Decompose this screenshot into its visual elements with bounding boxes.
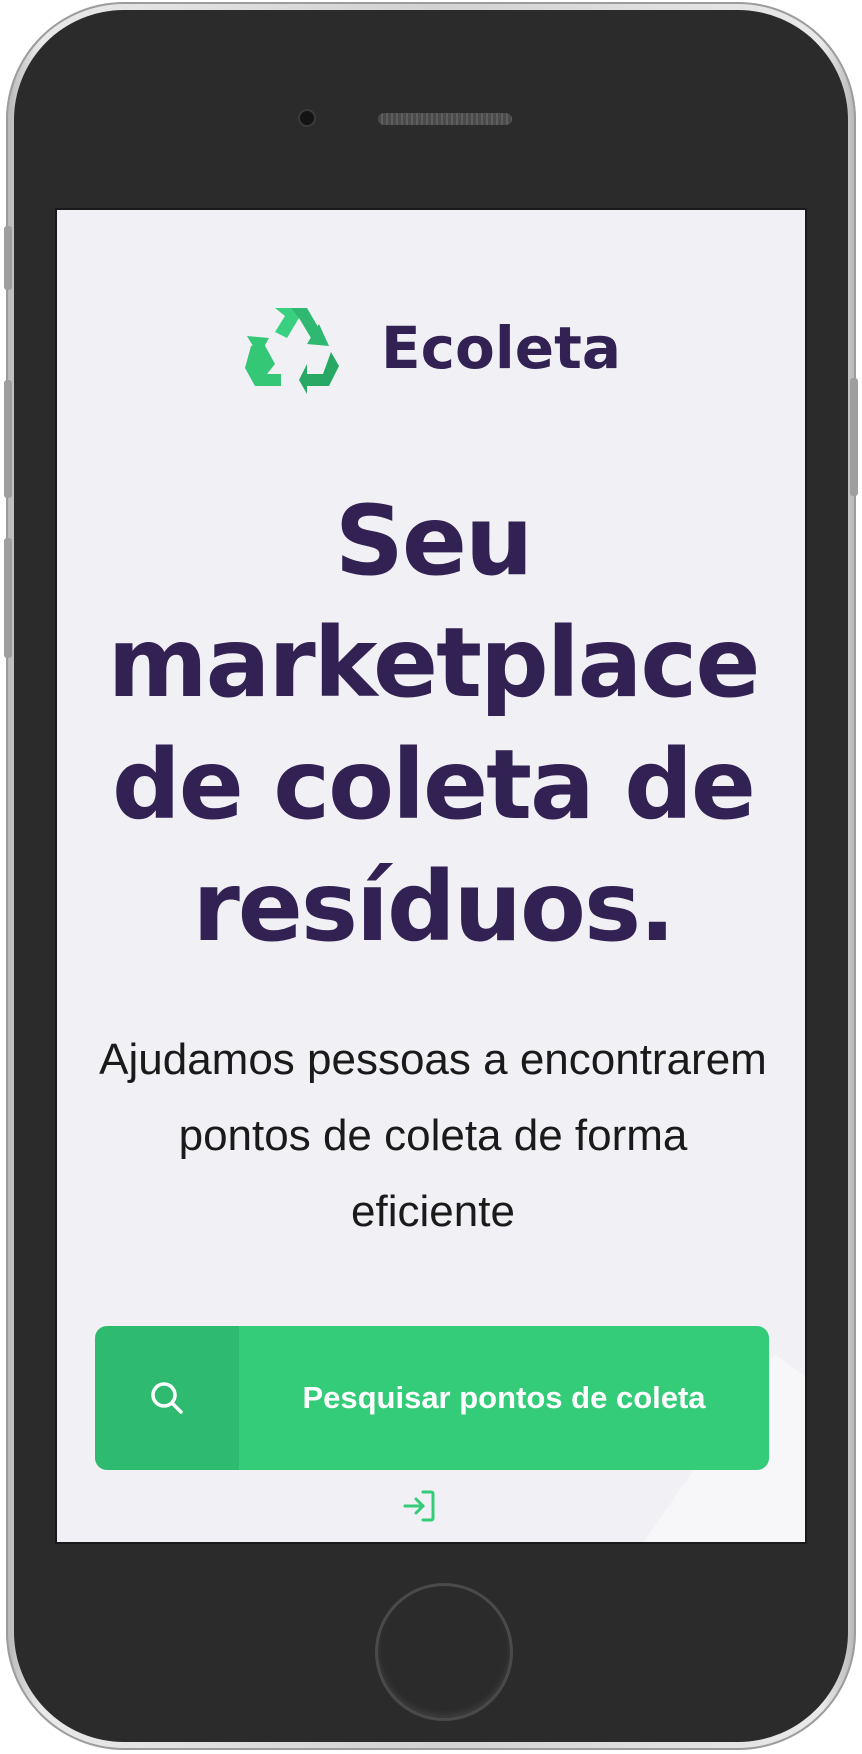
front-camera: [300, 111, 314, 125]
mute-switch: [4, 226, 12, 290]
volume-down-button: [4, 538, 12, 658]
search-collection-points-button[interactable]: Pesquisar pontos de coleta: [95, 1326, 769, 1470]
hero-description: Ajudamos pessoas a encontrarem pontos de…: [99, 1035, 767, 1236]
app-screen: Ecoleta Seu marketplace de coleta de res…: [55, 208, 807, 1544]
recycle-icon: [245, 308, 340, 394]
login-link[interactable]: [399, 1486, 439, 1526]
search-icon-container: [95, 1326, 239, 1470]
search-icon: [151, 1382, 183, 1414]
hero-title: Seu marketplace de coleta de resíduos.: [107, 485, 761, 963]
volume-up-button: [4, 380, 12, 498]
login-icon: [403, 1490, 435, 1522]
power-button: [850, 378, 858, 496]
earpiece-speaker: [378, 113, 512, 125]
home-button: [378, 1586, 510, 1718]
app-logo: Ecoleta: [57, 302, 805, 394]
search-button-label: Pesquisar pontos de coleta: [302, 1380, 706, 1415]
app-name: Ecoleta: [381, 314, 621, 382]
